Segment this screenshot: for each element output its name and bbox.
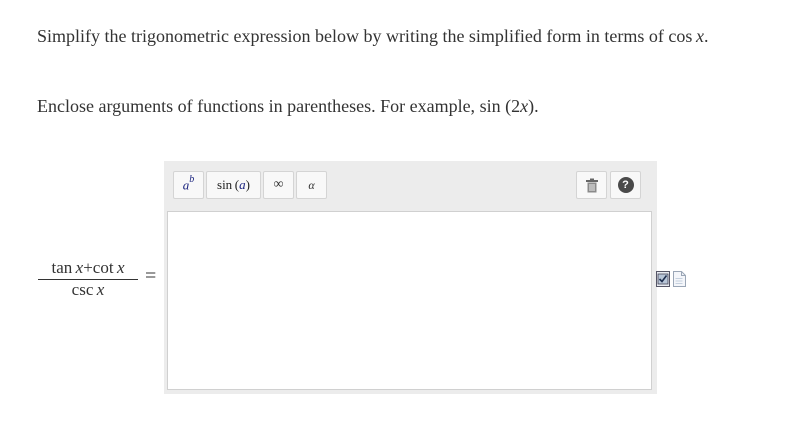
example-var-x: x	[520, 96, 529, 116]
editor-toolbar: ab sin (a) ∞ α ?	[164, 161, 657, 210]
document-icon[interactable]	[673, 271, 686, 287]
math-fn-cos: cos	[668, 26, 693, 46]
example-open: (2	[500, 96, 521, 116]
fn-csc: csc	[71, 280, 94, 299]
punctuation: .	[534, 96, 539, 116]
help-icon: ?	[617, 177, 634, 193]
expression-fraction: tan x+cot x csc x	[38, 258, 138, 300]
clear-button[interactable]	[576, 171, 607, 199]
sin-arg: a	[239, 177, 246, 192]
sin-label: sin (a)	[217, 177, 250, 192]
equals-sign: =	[145, 265, 157, 287]
plus-sign: +	[83, 258, 93, 277]
infinity-symbol: ∞	[273, 177, 284, 192]
sin-text: sin	[217, 177, 233, 192]
example-fn-sin: sin	[479, 96, 501, 116]
help-glyph: ?	[622, 179, 629, 191]
instruction-text: Simplify the trigonometric expression be…	[37, 26, 669, 46]
instruction-text: Enclose arguments of functions in parent…	[37, 96, 480, 116]
power-template-button[interactable]: ab	[173, 171, 204, 199]
sin-function-button[interactable]: sin (a)	[206, 171, 261, 199]
math-var-x: x	[696, 26, 705, 46]
alpha-symbol: α	[308, 177, 315, 192]
instruction-line-2: Enclose arguments of functions in parent…	[37, 96, 539, 117]
power-template-icon: ab	[183, 174, 195, 193]
fraction-numerator: tan x+cot x	[38, 258, 138, 280]
punctuation: .	[704, 26, 709, 46]
help-button[interactable]: ?	[610, 171, 641, 199]
infinity-button[interactable]: ∞	[263, 171, 294, 199]
var-x: x	[116, 258, 125, 277]
fn-tan: tan	[51, 258, 73, 277]
greek-alpha-button[interactable]: α	[296, 171, 327, 199]
math-editor: ab sin (a) ∞ α ?	[164, 161, 657, 394]
trash-icon	[585, 178, 598, 192]
side-tools	[656, 271, 686, 287]
check-document-icon[interactable]	[656, 271, 670, 287]
power-exponent: b	[189, 174, 195, 186]
var-x: x	[96, 280, 105, 299]
fraction-denominator: csc x	[38, 280, 138, 300]
fn-cot: cot	[92, 258, 114, 277]
answer-input[interactable]	[167, 211, 652, 390]
instruction-line-1: Simplify the trigonometric expression be…	[37, 26, 709, 47]
